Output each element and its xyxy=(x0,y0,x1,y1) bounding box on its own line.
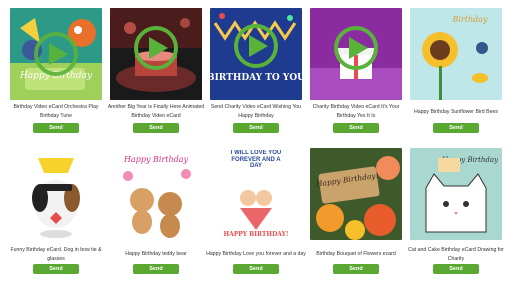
card-thumbnail[interactable]: I WILL LOVE YOU FOREVER AND A DAY HAPPY … xyxy=(210,148,302,240)
send-button[interactable]: Send xyxy=(233,123,279,133)
play-icon[interactable] xyxy=(210,8,302,100)
cat-cake-image: Happy Birthday xyxy=(410,148,502,240)
card-thumbnail[interactable]: Happy Birthday xyxy=(10,8,102,100)
card-title[interactable]: Birthday Video eCard Orchestra Play Birt… xyxy=(6,103,106,120)
send-button[interactable]: Send xyxy=(433,264,479,274)
sunflower-image: Birthday xyxy=(410,8,502,100)
dog-image xyxy=(10,148,102,240)
love-image: I WILL LOVE YOU FOREVER AND A DAY HAPPY … xyxy=(210,148,302,240)
teddy-image: Happy Birthday xyxy=(110,148,202,240)
play-icon[interactable] xyxy=(10,8,102,100)
card-thumbnail[interactable]: Happy Birthday xyxy=(410,148,502,240)
play-icon[interactable] xyxy=(110,8,202,100)
send-button[interactable]: Send xyxy=(233,264,279,274)
send-button[interactable]: Send xyxy=(33,123,79,133)
card-title[interactable]: Cat and Cake Birthday eCard Drawing for … xyxy=(406,246,506,263)
card-title[interactable]: Happy Birthday Love you forever and a da… xyxy=(206,250,306,259)
card-title[interactable]: Happy Birthday teddy bear xyxy=(106,250,206,259)
art-text-happy-birthday: HAPPY BIRTHDAY! xyxy=(223,231,288,238)
send-button[interactable]: Send xyxy=(433,123,479,133)
card-title[interactable]: Birthday Bouquet of Flowers ecard xyxy=(306,250,406,259)
play-icon[interactable] xyxy=(310,8,402,100)
card-title[interactable]: Send Charity Video eCard Wishing You Hap… xyxy=(206,103,306,120)
art-text-forever: I WILL LOVE YOU FOREVER AND A DAY xyxy=(230,150,282,169)
card-thumbnail[interactable] xyxy=(10,148,102,240)
card-title[interactable]: Funny Birthday eCard. Dog in bow tie & g… xyxy=(6,246,106,263)
send-button[interactable]: Send xyxy=(133,123,179,133)
card-thumbnail[interactable]: Happy Birthday! xyxy=(310,148,402,240)
card-title[interactable]: Happy Birthday Sunflower Bird Bees xyxy=(406,108,506,117)
card-thumbnail[interactable]: Birthday xyxy=(410,8,502,100)
send-button[interactable]: Send xyxy=(133,264,179,274)
card-thumbnail[interactable]: BIRTHDAY TO YOU xyxy=(210,8,302,100)
send-button[interactable]: Send xyxy=(333,123,379,133)
card-title[interactable]: Charity Birthday Video eCard It's Your B… xyxy=(306,103,406,120)
send-button[interactable]: Send xyxy=(33,264,79,274)
card-thumbnail[interactable] xyxy=(310,8,402,100)
card-thumbnail[interactable]: Happy Birthday xyxy=(110,148,202,240)
bouquet-image: Happy Birthday! xyxy=(310,148,402,240)
card-title[interactable]: Another Big Year is Finally Here Animate… xyxy=(106,103,206,120)
art-text-happy-birthday: Happy Birthday xyxy=(123,155,189,164)
send-button[interactable]: Send xyxy=(333,264,379,274)
art-text-birthday: Birthday xyxy=(451,15,488,24)
card-thumbnail[interactable] xyxy=(110,8,202,100)
